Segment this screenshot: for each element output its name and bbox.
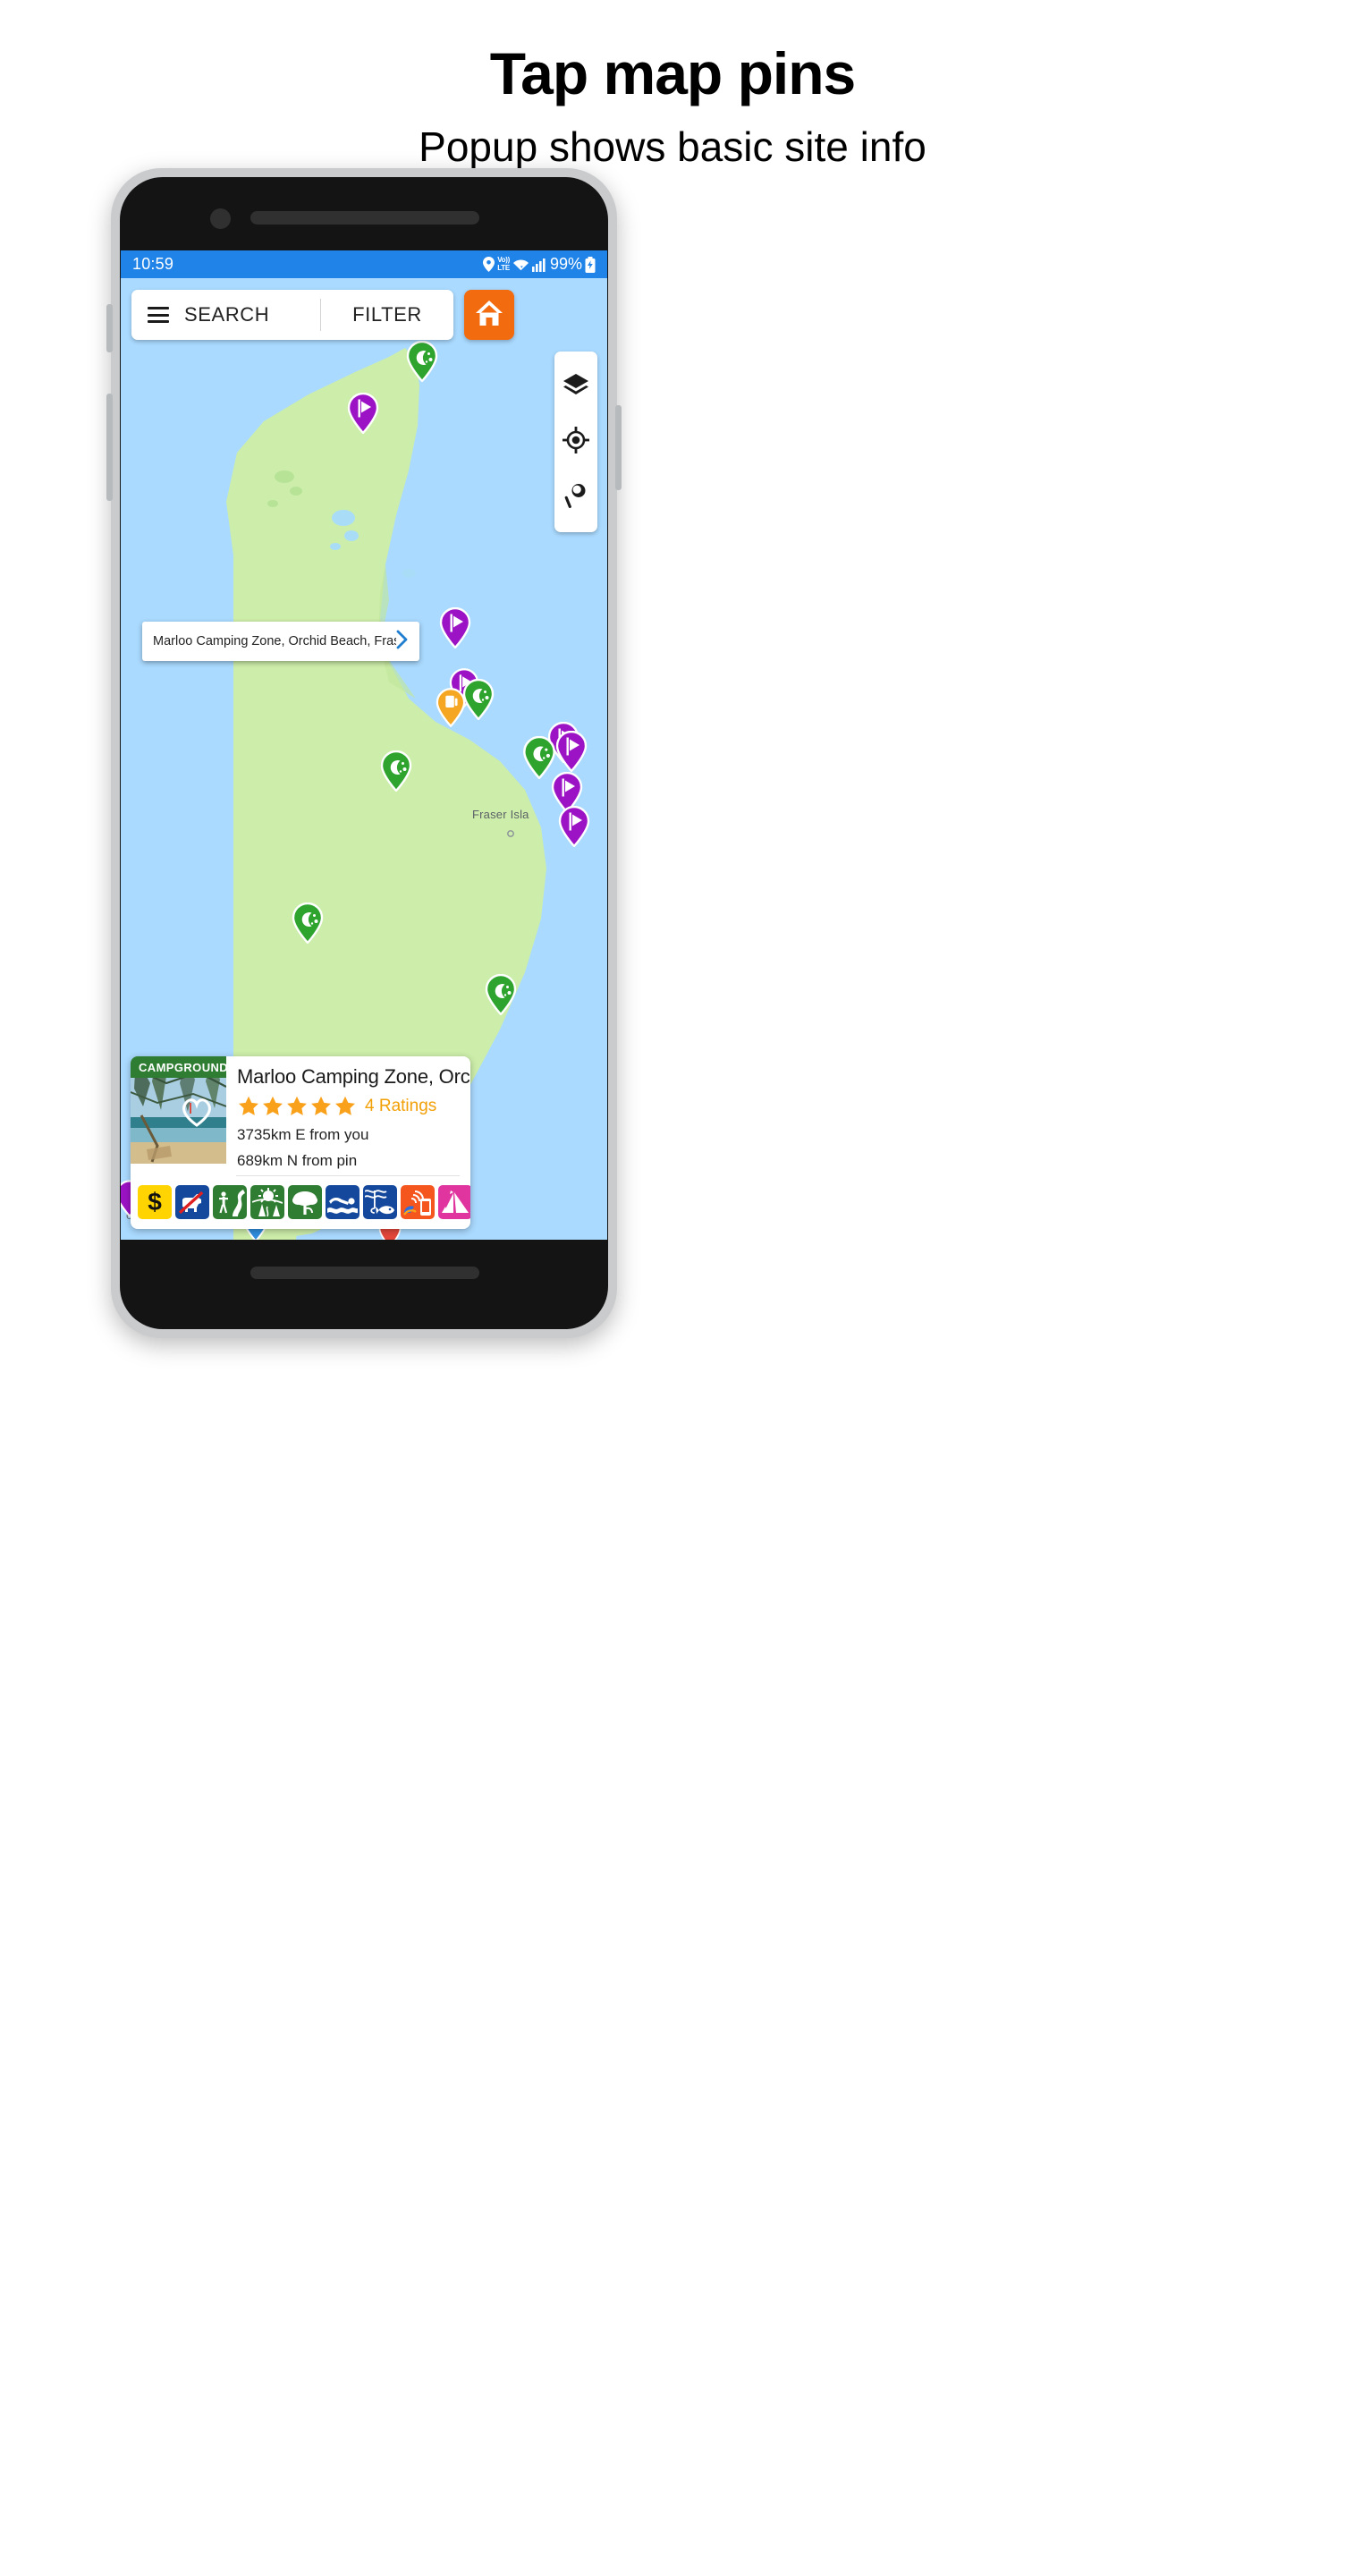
phone-screen: 10:59 Vo)) LTE 99% Fraser Isla Marloo Ca… xyxy=(121,250,607,1240)
category-badge: CAMPGROUND xyxy=(131,1056,226,1078)
no-dogs-icon[interactable] xyxy=(175,1185,209,1219)
fee-icon[interactable]: $ xyxy=(138,1185,172,1219)
home-button[interactable] xyxy=(464,290,514,340)
swimming-icon[interactable] xyxy=(326,1185,360,1219)
earpiece-speaker xyxy=(250,211,479,225)
map-pin-campground[interactable] xyxy=(380,750,412,792)
filter-button[interactable]: FILTER xyxy=(321,303,453,326)
page-subtitle: Popup shows basic site info xyxy=(419,123,926,171)
volte-indicator: Vo)) LTE xyxy=(497,256,510,272)
wifi-icon xyxy=(512,258,529,272)
tent-icon[interactable] xyxy=(438,1185,470,1219)
fishing-icon[interactable] xyxy=(363,1185,397,1219)
search-bar[interactable]: SEARCH FILTER xyxy=(131,290,453,340)
distance-from-pin: 689km N from pin xyxy=(237,1152,358,1169)
rating-stars xyxy=(237,1095,357,1118)
magnifier-icon xyxy=(564,482,588,513)
my-location-icon xyxy=(563,426,589,458)
battery-charging-icon xyxy=(585,256,596,273)
home-icon xyxy=(474,299,504,332)
map-pin-poi[interactable] xyxy=(555,731,588,772)
walking-track-icon[interactable] xyxy=(213,1185,247,1219)
status-bar: 10:59 Vo)) LTE 99% xyxy=(121,250,607,278)
map-pin-campground[interactable] xyxy=(406,341,438,382)
layers-icon xyxy=(563,373,589,401)
map-dot-marker xyxy=(507,830,514,837)
map-pin-callout[interactable]: Marloo Camping Zone, Orchid Beach, Frase… xyxy=(142,622,419,661)
callout-title: Marloo Camping Zone, Orchid Beach, Frase… xyxy=(153,634,396,648)
battery-percent-label: 99% xyxy=(549,255,582,273)
site-title: Marloo Camping Zone, Orchid ... xyxy=(237,1065,470,1088)
ratings-count-label: 4 Ratings xyxy=(365,1097,437,1115)
map-pin-campground[interactable] xyxy=(462,679,495,720)
site-thumbnail[interactable]: CAMPGROUND xyxy=(131,1056,226,1164)
bottom-speaker xyxy=(250,1267,479,1279)
search-area-button[interactable] xyxy=(554,470,597,525)
map-pin-poi[interactable] xyxy=(439,607,471,648)
search-input[interactable]: SEARCH xyxy=(184,303,269,326)
map-canvas[interactable]: Fraser Isla er Island xyxy=(121,278,607,1240)
site-info-card[interactable]: CAMPGROUND Marloo Camping Zone, Orchid .… xyxy=(131,1056,470,1229)
map-pin-poi[interactable] xyxy=(347,393,379,434)
map-pin-campground[interactable] xyxy=(485,974,517,1015)
map-pin-fuel[interactable] xyxy=(436,688,466,727)
location-pin-icon xyxy=(483,257,495,272)
status-clock: 10:59 xyxy=(132,255,174,273)
promo-caption: Tap map pins Popup shows basic site info xyxy=(0,0,1345,170)
my-location-button[interactable] xyxy=(554,414,597,470)
phone-body: 10:59 Vo)) LTE 99% Fraser Isla Marloo Ca… xyxy=(106,168,622,1338)
volume-down-button[interactable] xyxy=(106,394,113,501)
map-controls xyxy=(554,352,597,532)
amenities-strip: $ xyxy=(131,1176,470,1229)
chevron-right-icon[interactable] xyxy=(396,630,409,654)
distance-from-you: 3735km E from you xyxy=(237,1126,369,1143)
shade-tree-icon[interactable] xyxy=(288,1185,322,1219)
map-label-fraser-island: Fraser Isla xyxy=(472,808,529,821)
cellular-signal-icon xyxy=(531,258,546,272)
power-button[interactable] xyxy=(615,405,622,490)
heart-outline-icon[interactable] xyxy=(180,1096,214,1132)
front-camera xyxy=(210,208,231,229)
mobile-signal-icon[interactable] xyxy=(401,1185,435,1219)
hamburger-menu-icon[interactable] xyxy=(148,307,169,323)
phone-mockup: 10:59 Vo)) LTE 99% Fraser Isla Marloo Ca… xyxy=(106,168,1234,1338)
volume-up-button[interactable] xyxy=(106,304,113,352)
scenic-view-icon[interactable] xyxy=(250,1185,284,1219)
map-pin-poi[interactable] xyxy=(558,806,590,847)
map-pin-campground[interactable] xyxy=(292,902,324,944)
page-title: Tap map pins xyxy=(489,40,857,106)
layers-button[interactable] xyxy=(554,359,597,414)
